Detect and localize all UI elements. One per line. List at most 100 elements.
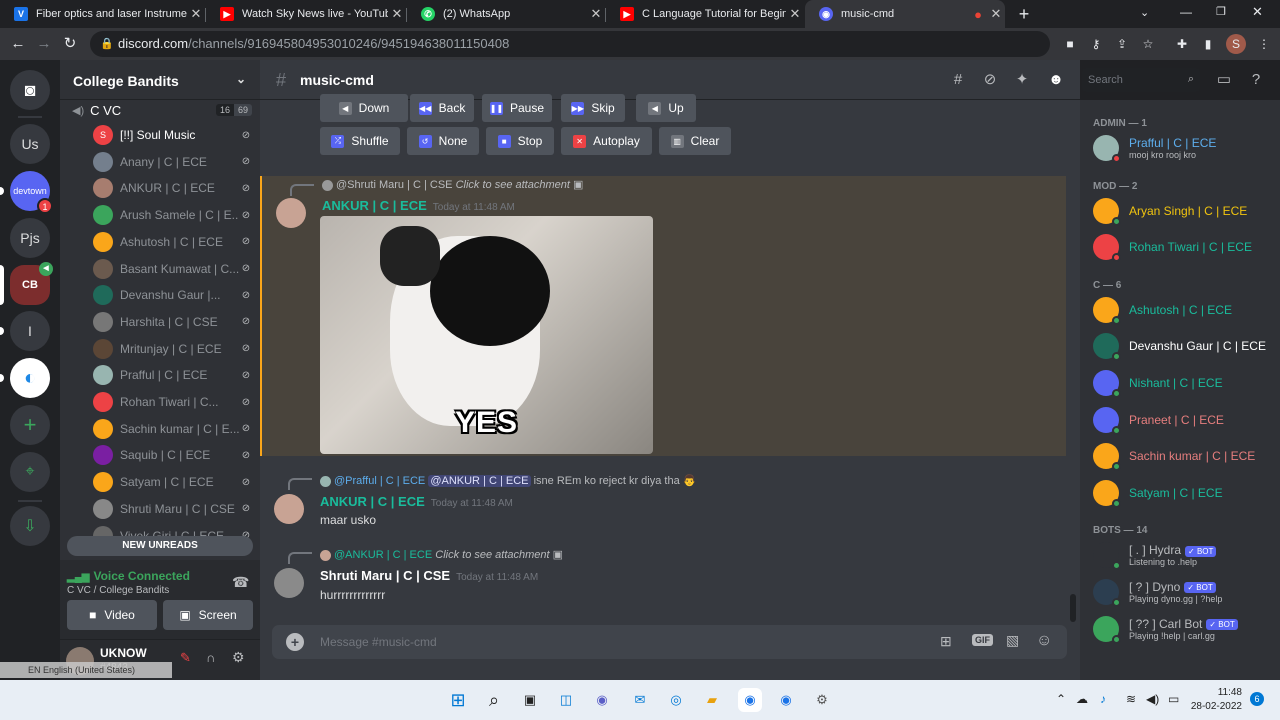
- browser-tab[interactable]: ▶ Watch Sky News live - YouTube ✕: [206, 0, 406, 28]
- screen-share-button[interactable]: ▣ Screen: [163, 600, 253, 630]
- message[interactable]: @ANKUR | C | ECE Click to see attachment…: [260, 544, 1066, 610]
- add-attachment-icon[interactable]: +: [286, 633, 304, 651]
- minimize-button[interactable]: —: [1180, 5, 1192, 19]
- voice-member[interactable]: Ashutosh | C | ECE ⊘: [93, 230, 253, 254]
- scrollbar[interactable]: [1070, 594, 1076, 622]
- mention[interactable]: @ANKUR | C | ECE: [428, 475, 531, 487]
- voice-connected-status[interactable]: ▂▄▆ Voice Connected: [67, 569, 190, 583]
- maximize-button[interactable]: ❐: [1216, 5, 1226, 18]
- up-button[interactable]: ◀ Up: [636, 94, 696, 122]
- windows-start-icon[interactable]: ⊞: [446, 688, 470, 712]
- teams-chat-icon[interactable]: ◉: [590, 688, 614, 712]
- shuffle-button[interactable]: ⤮ Shuffle: [320, 127, 400, 155]
- share-icon[interactable]: ⇪: [1114, 36, 1130, 52]
- autoplay-button[interactable]: ✕ Autoplay: [561, 127, 652, 155]
- close-icon[interactable]: ✕: [187, 6, 205, 22]
- voice-member[interactable]: Rohan Tiwari | C... ⊘: [93, 390, 253, 414]
- battery-icon[interactable]: ▭: [1168, 692, 1179, 706]
- member-row[interactable]: [ ? ] Dyno ✓ BOT Playing dyno.gg | ?help: [1093, 576, 1278, 608]
- skip-button[interactable]: ▶▶ Skip: [561, 94, 625, 122]
- avatar[interactable]: [274, 494, 304, 524]
- server-icon-college-bandits[interactable]: CB ◀: [10, 262, 53, 305]
- task-view-icon[interactable]: ▣: [518, 688, 542, 712]
- message-highlighted[interactable]: @Shruti Maru | C | CSE Click to see atta…: [260, 176, 1066, 456]
- discord-home-icon[interactable]: ◙: [10, 70, 50, 110]
- voice-member[interactable]: Satyam | C | ECE ⊘: [93, 470, 253, 494]
- server-icon-i[interactable]: I: [10, 311, 50, 351]
- clock-date[interactable]: 28-02-2022: [1186, 701, 1242, 712]
- avatar[interactable]: [276, 198, 306, 228]
- server-icon-devtown[interactable]: devtown 1: [10, 171, 53, 214]
- mute-microphone-icon[interactable]: ✎: [180, 650, 191, 666]
- chrome-profile-icon[interactable]: ◉: [774, 688, 798, 712]
- server-icon-us[interactable]: Us: [10, 124, 50, 164]
- voice-member[interactable]: Anany | C | ECE ⊘: [93, 150, 253, 174]
- volume-icon[interactable]: ◀): [1146, 692, 1159, 706]
- search-icon[interactable]: ⌕: [482, 688, 506, 712]
- voice-member[interactable]: Mritunjay | C | ECE ⊘: [93, 337, 253, 361]
- reply-reference[interactable]: @Prafful | C | ECE @ANKUR | C | ECE isne…: [320, 474, 696, 487]
- close-icon[interactable]: ✕: [388, 6, 406, 22]
- pin-icon[interactable]: ✦: [1012, 70, 1032, 90]
- voice-member[interactable]: Shruti Maru | C | CSE ⊘: [93, 497, 253, 521]
- member-row[interactable]: Devanshu Gaur | C | ECE: [1093, 330, 1278, 362]
- message-input[interactable]: Message #music-cmd: [320, 635, 437, 649]
- settings-gear-icon[interactable]: ⚙: [232, 649, 245, 666]
- tray-chevron-icon[interactable]: ⌃: [1056, 692, 1066, 706]
- video-button[interactable]: ■ Video: [67, 600, 157, 630]
- pause-button[interactable]: ❚❚ Pause: [482, 94, 552, 122]
- voice-member[interactable]: Saquib | C | ECE ⊘: [93, 443, 253, 467]
- message-composer[interactable]: + Message #music-cmd ⊞ GIF ▧ ☺: [272, 625, 1067, 659]
- chrome-icon[interactable]: ◉: [738, 688, 762, 712]
- close-icon[interactable]: ✕: [987, 6, 1005, 22]
- message-author[interactable]: Shruti Maru | C | CSE Today at 11:48 AM: [320, 568, 538, 583]
- server-icon-pjs[interactable]: Pjs: [10, 218, 50, 258]
- forward-arrow-icon[interactable]: →: [34, 34, 54, 54]
- notification-bell-icon[interactable]: ⊘: [980, 70, 1000, 90]
- member-row[interactable]: [ . ] Hydra ✓ BOT Listening to .help: [1093, 539, 1278, 571]
- voice-member[interactable]: ANKUR | C | ECE ⊘: [93, 176, 253, 200]
- settings-gear-icon[interactable]: ⚙: [810, 688, 834, 712]
- mail-icon[interactable]: ✉: [628, 688, 652, 712]
- member-row[interactable]: Nishant | C | ECE: [1093, 367, 1278, 399]
- wifi-icon[interactable]: ≋: [1126, 692, 1136, 706]
- member-row[interactable]: Rohan Tiwari | C | ECE: [1093, 231, 1278, 263]
- address-bar[interactable]: 🔒 discord.com/channels/91694580495301024…: [90, 31, 1050, 57]
- stop-button[interactable]: ■ Stop: [486, 127, 554, 155]
- member-row[interactable]: Satyam | C | ECE: [1093, 477, 1278, 509]
- file-explorer-icon[interactable]: ▰: [700, 688, 724, 712]
- clock-time[interactable]: 11:48: [1192, 687, 1242, 698]
- reload-icon[interactable]: ↻: [60, 34, 80, 54]
- disconnect-icon[interactable]: ☎: [232, 574, 249, 591]
- member-row[interactable]: Sachin kumar | C | ECE: [1093, 440, 1278, 472]
- key-icon[interactable]: ⚷: [1088, 36, 1104, 52]
- chevron-down-icon[interactable]: ⌄: [236, 72, 246, 86]
- clear-button[interactable]: ▥ Clear: [659, 127, 731, 155]
- inbox-icon[interactable]: ▭: [1214, 70, 1234, 90]
- headphones-icon[interactable]: ∩: [206, 650, 215, 665]
- download-apps-icon[interactable]: ⇩: [10, 506, 50, 546]
- message-author[interactable]: ANKUR | C | ECE Today at 11:48 AM: [322, 198, 515, 213]
- side-panel-icon[interactable]: ▮: [1200, 36, 1216, 52]
- search-input[interactable]: Search ⌕: [1082, 68, 1200, 92]
- back-button[interactable]: ◀◀ Back: [410, 94, 474, 122]
- profile-avatar[interactable]: S: [1226, 34, 1246, 54]
- member-list-icon[interactable]: ☻: [1046, 70, 1066, 90]
- avatar[interactable]: [274, 568, 304, 598]
- widgets-icon[interactable]: ◫: [554, 688, 578, 712]
- message[interactable]: @Prafful | C | ECE @ANKUR | C | ECE isne…: [260, 470, 1066, 536]
- voice-member[interactable]: S [!!] Soul Music ⊘: [93, 123, 253, 147]
- member-row[interactable]: Ashutosh | C | ECE: [1093, 294, 1278, 326]
- voice-member[interactable]: Prafful | C | ECE ⊘: [93, 363, 253, 387]
- sticker-icon[interactable]: ▧: [1006, 632, 1019, 649]
- cloud-icon[interactable]: ☁: [1076, 692, 1088, 706]
- loop-none-button[interactable]: ↺ None: [407, 127, 479, 155]
- voice-member[interactable]: Harshita | C | CSE ⊘: [93, 310, 253, 334]
- message-author[interactable]: ANKUR | C | ECE Today at 11:48 AM: [320, 494, 513, 509]
- close-icon[interactable]: ✕: [587, 6, 605, 22]
- new-tab-button[interactable]: +: [1014, 4, 1034, 24]
- browser-tab[interactable]: ✆ (2) WhatsApp ✕: [407, 0, 605, 28]
- voice-channel-c-vc[interactable]: ◀) C VC 16 69: [72, 100, 252, 120]
- reply-reference[interactable]: @ANKUR | C | ECE Click to see attachment…: [320, 548, 563, 561]
- notification-badge[interactable]: 6: [1250, 692, 1264, 706]
